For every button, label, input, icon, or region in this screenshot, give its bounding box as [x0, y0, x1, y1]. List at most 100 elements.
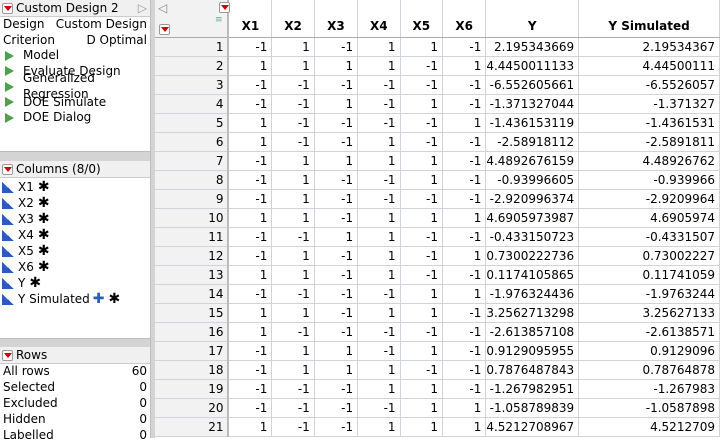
table-row[interactable]: 17 -1 1 1 -1 1 -1 0.9129095955 0.9129096 — [155, 341, 720, 361]
table-cell[interactable]: 1 — [357, 151, 401, 171]
table-cell[interactable]: -1 — [271, 379, 315, 399]
table-cell[interactable]: 1 — [271, 37, 315, 57]
table-cell[interactable]: 1 — [442, 246, 487, 266]
table-row[interactable]: 12 -1 1 -1 1 -1 1 0.7300222736 0.73002227 — [155, 246, 720, 266]
column-property-icon[interactable]: ✱ — [38, 227, 50, 243]
row-number[interactable]: 2 — [155, 56, 230, 76]
column-header[interactable]: X4 — [357, 0, 401, 38]
table-cell[interactable]: 1 — [357, 132, 401, 152]
table-cell[interactable]: 0.9129096 — [578, 341, 720, 361]
row-number[interactable]: 11 — [155, 227, 230, 247]
row-number[interactable]: 13 — [155, 265, 230, 285]
table-cell[interactable]: -1.9763244 — [578, 284, 720, 304]
table-cell[interactable]: 1 — [357, 208, 401, 228]
table-cell[interactable]: -0.4331507 — [578, 227, 720, 247]
table-cell[interactable]: 1 — [357, 417, 401, 437]
table-cell[interactable]: 0.1174105865 — [485, 265, 580, 285]
table-cell[interactable]: 1 — [271, 151, 315, 171]
table-cell[interactable]: -1 — [271, 75, 315, 95]
table-cell[interactable]: -1 — [314, 322, 359, 342]
table-cell[interactable]: 1 — [228, 56, 273, 76]
run-script-icon[interactable] — [5, 112, 14, 123]
table-cell[interactable]: -1 — [228, 341, 273, 361]
table-cell[interactable]: 4.4450011133 — [485, 56, 580, 76]
table-cell[interactable]: -1 — [228, 246, 273, 266]
run-script-icon[interactable] — [5, 97, 14, 108]
table-row[interactable]: 5 1 -1 -1 -1 -1 1 -1.436153119 -1.4361531 — [155, 113, 720, 133]
table-cell[interactable]: -1.436153119 — [485, 113, 580, 133]
table-cell[interactable]: -2.9209964 — [578, 189, 720, 209]
table-cell[interactable]: -1 — [357, 322, 401, 342]
table-cell[interactable]: -1.4361531 — [578, 113, 720, 133]
table-cell[interactable]: 1 — [314, 360, 359, 380]
table-cell[interactable]: -1 — [228, 94, 273, 114]
table-cell[interactable]: -1 — [400, 322, 443, 342]
table-script[interactable]: DOE Dialog — [0, 110, 150, 126]
columns-panel-header[interactable]: Columns (8/0) — [0, 161, 150, 178]
table-cell[interactable]: -0.93996605 — [485, 170, 580, 190]
table-cell[interactable]: -1 — [400, 75, 443, 95]
table-row[interactable]: 18 -1 1 1 1 -1 -1 0.7876487843 0.78764878 — [155, 360, 720, 380]
table-cell[interactable]: -1 — [442, 227, 487, 247]
table-cell[interactable]: 2.195343669 — [485, 37, 580, 57]
table-cell[interactable]: 1 — [442, 208, 487, 228]
table-cell[interactable]: -2.6138571 — [578, 322, 720, 342]
table-cell[interactable]: 1 — [400, 417, 443, 437]
row-number[interactable]: 10 — [155, 208, 230, 228]
table-cell[interactable]: -1.0587898 — [578, 398, 720, 418]
table-cell[interactable]: -1.267983 — [578, 379, 720, 399]
table-cell[interactable]: 1 — [357, 360, 401, 380]
column-item[interactable]: X3 ✱ — [0, 211, 150, 227]
table-cell[interactable]: -1 — [314, 208, 359, 228]
table-cell[interactable]: -1 — [271, 284, 315, 304]
table-cell[interactable]: -1 — [442, 303, 487, 323]
table-cell[interactable]: 1 — [400, 170, 443, 190]
table-cell[interactable]: 1 — [228, 417, 273, 437]
table-cell[interactable]: 1 — [400, 284, 443, 304]
table-cell[interactable]: -1 — [314, 284, 359, 304]
table-cell[interactable]: -1 — [357, 189, 401, 209]
table-cell[interactable]: 0.11741059 — [578, 265, 720, 285]
table-cell[interactable]: -1 — [442, 170, 487, 190]
table-cell[interactable]: 1 — [271, 170, 315, 190]
table-cell[interactable]: -1 — [357, 170, 401, 190]
table-cell[interactable]: 1 — [357, 246, 401, 266]
table-cell[interactable]: 1 — [357, 265, 401, 285]
table-cell[interactable]: -1 — [271, 113, 315, 133]
table-cell[interactable]: -1 — [357, 94, 401, 114]
rows-menu-icon[interactable] — [159, 24, 170, 35]
panel-divider[interactable] — [0, 152, 150, 161]
table-cell[interactable]: -1 — [400, 132, 443, 152]
table-row[interactable]: 21 1 -1 -1 1 1 1 4.5212708967 4.5212709 — [155, 417, 720, 437]
table-cell[interactable]: 1 — [442, 113, 487, 133]
table-cell[interactable]: -2.5891811 — [578, 132, 720, 152]
table-cell[interactable]: -1 — [442, 37, 487, 57]
red-triangle-menu-icon[interactable] — [2, 349, 13, 361]
table-cell[interactable]: 1 — [400, 341, 443, 361]
table-cell[interactable]: -0.939966 — [578, 170, 720, 190]
table-cell[interactable]: 4.48926762 — [578, 151, 720, 171]
table-cell[interactable]: -1 — [442, 341, 487, 361]
table-cell[interactable]: -1 — [271, 417, 315, 437]
table-cell[interactable]: -1 — [271, 94, 315, 114]
row-number[interactable]: 12 — [155, 246, 230, 266]
row-number[interactable]: 14 — [155, 284, 230, 304]
table-cell[interactable]: 3.25627133 — [578, 303, 720, 323]
table-cell[interactable]: -1 — [442, 189, 487, 209]
table-cell[interactable]: 1 — [357, 227, 401, 247]
table-row[interactable]: 7 -1 1 1 1 1 -1 4.4892676159 4.48926762 — [155, 151, 720, 171]
table-cell[interactable]: -1.976324436 — [485, 284, 580, 304]
table-cell[interactable]: 1 — [314, 94, 359, 114]
table-cell[interactable]: -6.5526057 — [578, 75, 720, 95]
table-cell[interactable]: -1 — [400, 265, 443, 285]
row-number[interactable]: 17 — [155, 341, 230, 361]
table-cell[interactable]: 3.2562713298 — [485, 303, 580, 323]
column-header[interactable]: X6 — [442, 0, 487, 38]
table-cell[interactable]: -1 — [400, 189, 443, 209]
table-cell[interactable]: 1 — [400, 303, 443, 323]
table-cell[interactable]: -1 — [314, 379, 359, 399]
table-cell[interactable]: -1 — [314, 265, 359, 285]
table-cell[interactable]: -1 — [442, 360, 487, 380]
table-cell[interactable]: -1 — [314, 37, 359, 57]
column-item[interactable]: X4 ✱ — [0, 227, 150, 243]
